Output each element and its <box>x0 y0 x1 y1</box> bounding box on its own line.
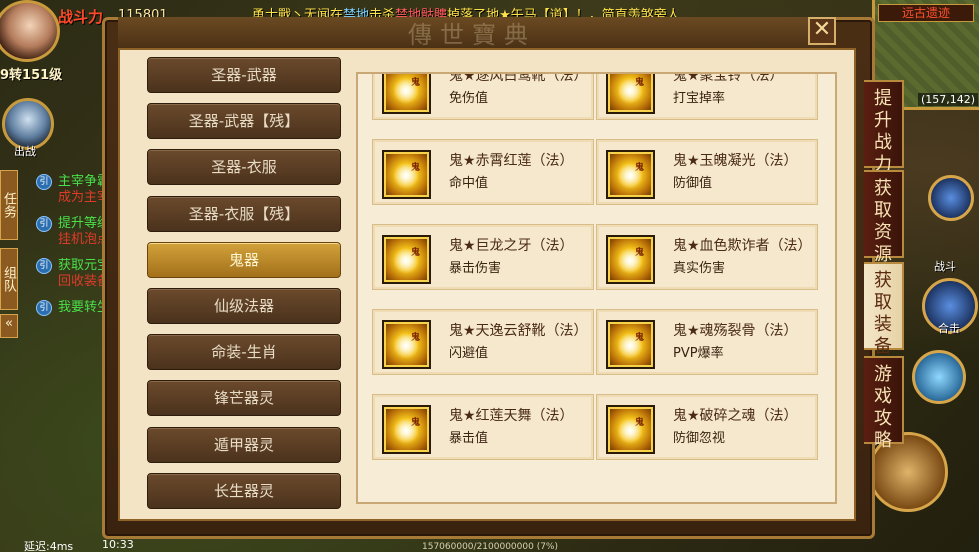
coordinates: (157,142) <box>918 93 979 106</box>
item-card[interactable]: 鬼 鬼★玉魄凝光（法） 防御值 <box>596 139 818 205</box>
item-name: 鬼★巨龙之牙（法） <box>449 238 574 254</box>
item-attribute: 防御值 <box>673 176 713 191</box>
ghost-jade-icon[interactable]: 鬼 <box>606 150 655 199</box>
ghost-bell-icon[interactable]: 鬼 <box>606 74 655 114</box>
skill-icon[interactable] <box>912 350 966 404</box>
side-menu-tab[interactable]: 游戏攻略 <box>864 356 904 451</box>
item-attribute: 命中值 <box>449 176 489 191</box>
category-button[interactable]: 鬼器 <box>147 241 341 278</box>
item-attribute: 闪避值 <box>449 346 489 361</box>
item-glow <box>394 417 418 445</box>
item-glow <box>618 417 642 445</box>
category-button[interactable]: 圣器-武器 <box>147 57 341 93</box>
item-card[interactable]: 鬼 鬼★赤霄红莲（法） 命中值 <box>372 139 594 205</box>
power-label: 战斗力 <box>58 8 104 26</box>
quest-icon: 引 <box>36 174 52 190</box>
item-attribute: 真实伤害 <box>673 261 726 276</box>
side-menu-tab[interactable]: 获取资源 <box>864 170 904 265</box>
item-card[interactable]: 鬼 鬼★红莲天舞（法） 暴击值 <box>372 394 594 460</box>
ghost-cloud-boots-icon[interactable]: 鬼 <box>382 320 431 369</box>
item-name: 鬼★逐风白鹭靴（法） <box>449 72 588 84</box>
item-name: 鬼★破碎之魂（法） <box>673 408 798 424</box>
item-card[interactable]: 鬼 鬼★天逸云舒靴（法） 闪避值 <box>372 309 594 375</box>
clock: 10:33 <box>102 538 134 551</box>
item-name: 鬼★血色欺诈者（法） <box>673 238 812 254</box>
battle-label: 战斗 <box>934 260 956 273</box>
dialog-title: 傳世寶典 <box>408 21 536 49</box>
ghost-blood-icon[interactable]: 鬼 <box>606 235 655 284</box>
item-glow <box>618 162 642 190</box>
item-name: 鬼★天逸云舒靴（法） <box>449 323 588 339</box>
item-name: 鬼★玉魄凝光（法） <box>673 153 798 169</box>
item-attribute: PVP爆率 <box>673 346 724 361</box>
ghost-soul-icon[interactable]: 鬼 <box>606 405 655 454</box>
collapse-icon[interactable]: « <box>0 314 18 338</box>
item-attribute: 打宝掉率 <box>673 91 726 106</box>
item-card[interactable]: 鬼 鬼★聚宝铃（法） 打宝掉率 <box>596 72 818 120</box>
item-name: 鬼★红莲天舞（法） <box>449 408 574 424</box>
category-button[interactable]: 仙级法器 <box>147 288 341 324</box>
category-button[interactable]: 遁甲器灵 <box>147 426 341 463</box>
item-attribute: 免伤值 <box>449 91 489 106</box>
item-card[interactable]: 鬼 鬼★血色欺诈者（法） 真实伤害 <box>596 224 818 290</box>
category-button[interactable]: 长生器灵 <box>147 472 341 509</box>
item-attribute: 防御忽视 <box>673 431 726 446</box>
item-attribute: 暴击伤害 <box>449 261 502 276</box>
partner-status: 出战 <box>14 145 36 158</box>
item-glow <box>618 332 642 360</box>
item-attribute: 暴击值 <box>449 431 489 446</box>
ghost-boots-icon[interactable]: 鬼 <box>382 74 431 114</box>
category-button[interactable]: 圣器-武器【残】 <box>147 103 341 140</box>
item-glow <box>394 332 418 360</box>
item-name: 鬼★聚宝铃（法） <box>673 72 784 84</box>
quest-icon: 引 <box>36 216 52 232</box>
exp-readout: 157060000/2100000000 (7%) <box>422 542 558 552</box>
item-card[interactable]: 鬼 鬼★破碎之魂（法） 防御忽视 <box>596 394 818 460</box>
item-panel[interactable]: 鬼鬼★逐风白鹭靴（法）免伤值鬼鬼★聚宝铃（法）打宝掉率鬼鬼★赤霄红莲（法）命中值… <box>356 72 837 504</box>
item-glow <box>394 247 418 275</box>
item-name: 鬼★赤霄红莲（法） <box>449 153 574 169</box>
category-button[interactable]: 锋芒器灵 <box>147 380 341 417</box>
item-glow <box>618 77 642 105</box>
item-card[interactable]: 鬼 鬼★巨龙之牙（法） 暴击伤害 <box>372 224 594 290</box>
side-menu-tab[interactable]: 获取装备 <box>864 262 904 357</box>
player-level: 9转151级 <box>0 68 63 83</box>
task-tab[interactable]: 任务 <box>0 170 18 240</box>
side-menu-tab[interactable]: 提升战力 <box>864 80 904 175</box>
item-glow <box>618 247 642 275</box>
ghost-dragon-fang-icon[interactable]: 鬼 <box>382 235 431 284</box>
quest-icon: 引 <box>36 300 52 316</box>
item-card[interactable]: 鬼 鬼★魂殇裂骨（法） PVP爆率 <box>596 309 818 375</box>
latency-readout: 延迟:4ms <box>24 540 74 552</box>
category-button[interactable]: 圣器-衣服【残】 <box>147 195 341 232</box>
item-name: 鬼★魂殇裂骨（法） <box>673 323 798 339</box>
category-button[interactable]: 圣器-衣服 <box>147 149 341 186</box>
close-button[interactable]: ✕ <box>808 17 836 45</box>
battle-icon[interactable] <box>928 175 974 221</box>
item-glow <box>394 77 418 105</box>
item-card[interactable]: 鬼 鬼★逐风白鹭靴（法） 免伤值 <box>372 72 594 120</box>
ghost-red-lotus-icon[interactable]: 鬼 <box>382 405 431 454</box>
minimap-title: 远古遗迹 <box>878 4 974 22</box>
ghost-bone-icon[interactable]: 鬼 <box>606 320 655 369</box>
quest-icon: 引 <box>36 258 52 274</box>
item-glow <box>394 162 418 190</box>
team-tab[interactable]: 组队 <box>0 248 18 310</box>
category-button[interactable]: 命装-生肖 <box>147 334 341 371</box>
ghost-lotus-icon[interactable]: 鬼 <box>382 150 431 199</box>
combo-label: 合击 <box>938 322 960 335</box>
